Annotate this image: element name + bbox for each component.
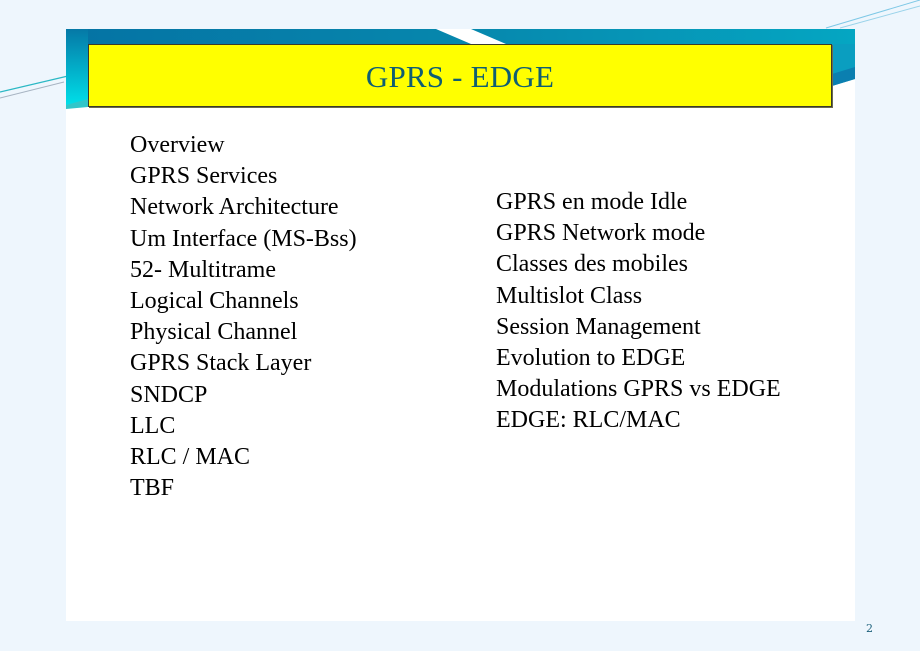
outline-item: Modulations GPRS vs EDGE bbox=[496, 376, 781, 403]
outline-item: Overview bbox=[130, 132, 225, 158]
outline-item: Logical Channels bbox=[130, 287, 299, 314]
outline-item: Um Interface (MS-Bss) bbox=[130, 225, 357, 252]
page-number: 2 bbox=[866, 622, 873, 635]
outline-item: GPRS Stack Layer bbox=[130, 350, 312, 377]
outline-item: Physical Channel bbox=[130, 319, 298, 346]
outline-item: GPRS en mode Idle bbox=[496, 189, 688, 215]
outline-item: TBF bbox=[130, 475, 175, 502]
outline-item: Session Management bbox=[496, 313, 701, 340]
outline-item: Multislot Class bbox=[496, 282, 643, 309]
outline-item: Evolution to EDGE bbox=[496, 344, 686, 371]
outline-item: Network Architecture bbox=[130, 194, 339, 221]
outline-item: EDGE: RLC/MAC bbox=[496, 407, 681, 434]
outline-item: 52- Multitrame bbox=[130, 256, 276, 283]
outline-item: LLC bbox=[130, 412, 176, 439]
title-box: GPRS - EDGE bbox=[88, 44, 832, 107]
outline-item: Classes des mobiles bbox=[496, 251, 688, 278]
outline-left-column: Overview GPRS Services Network Architect… bbox=[130, 130, 357, 504]
outline-right-column: GPRS en mode Idle GPRS Network mode Clas… bbox=[496, 187, 781, 437]
slide-title: GPRS - EDGE bbox=[365, 58, 555, 94]
outline-item: GPRS Network mode bbox=[496, 220, 706, 247]
outline-item: GPRS Services bbox=[130, 163, 278, 190]
outline-item: SNDCP bbox=[130, 381, 208, 408]
outline-item: RLC / MAC bbox=[130, 443, 251, 470]
